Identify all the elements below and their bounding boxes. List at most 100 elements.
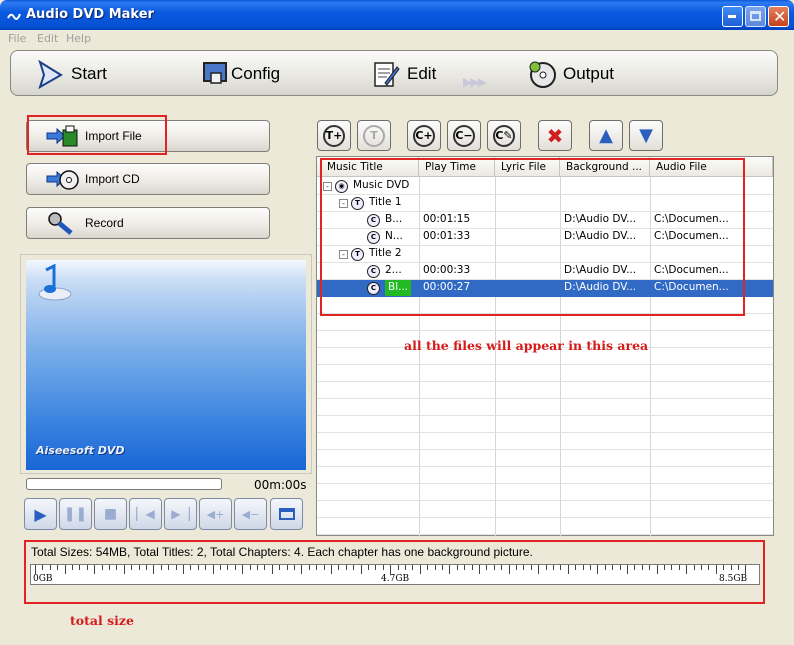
ruler-tick <box>264 565 266 570</box>
ruler-tick <box>671 565 673 570</box>
ruler-tick <box>493 565 495 570</box>
app-icon <box>7 13 21 20</box>
stop-icon: ■ <box>103 506 118 522</box>
ruler-tick <box>301 565 303 574</box>
status-summary: Total Sizes: 54MB, Total Titles: 2, Tota… <box>31 545 533 559</box>
step-arrows-icon: ▶▶▶ <box>463 75 487 89</box>
fullscreen-button[interactable] <box>270 498 303 530</box>
ruler-tick <box>175 565 177 570</box>
tab-edit-label: Edit <box>407 64 437 83</box>
ruler-tick <box>456 565 458 570</box>
ruler-tick <box>678 565 680 570</box>
minimize-button[interactable] <box>722 6 743 27</box>
grid-row-line <box>317 381 773 382</box>
menu-edit[interactable]: Edit <box>37 32 58 45</box>
play-button[interactable]: ▶ <box>24 498 57 530</box>
ruler-tick <box>634 565 636 570</box>
preview-screen: Aiseesoft DVD <box>26 260 306 470</box>
ruler-tick <box>582 565 584 570</box>
import-cd-button[interactable]: Import CD <box>26 163 270 195</box>
ruler-tick <box>730 565 732 570</box>
volume-down-button[interactable]: ◀− <box>234 498 267 530</box>
ruler-tick <box>375 565 377 570</box>
ruler-tick <box>257 565 258 570</box>
tab-edit[interactable]: Edit <box>371 57 436 91</box>
ruler-tick <box>57 565 59 570</box>
remove-chapter-button[interactable]: C− <box>447 120 481 151</box>
preview-logo: Aiseesoft DVD <box>36 444 125 457</box>
volume-up-button[interactable]: ◀+ <box>199 498 232 530</box>
menu-file[interactable]: File <box>8 32 26 45</box>
pause-button[interactable]: ❚❚ <box>59 498 92 530</box>
stop-button[interactable]: ■ <box>94 498 127 530</box>
ruler-tick <box>294 565 295 570</box>
edit-chapter-button[interactable]: C✎ <box>487 120 521 151</box>
ruler-tick <box>723 565 725 570</box>
ruler-tick <box>590 565 591 570</box>
grid-row-line <box>317 415 773 416</box>
delete-button[interactable]: ✖ <box>538 120 572 151</box>
ruler-tick <box>42 565 44 570</box>
tab-config[interactable]: Config <box>201 57 280 91</box>
ruler-label-0gb: 0GB <box>33 574 53 584</box>
play-icon: ▶ <box>34 504 47 524</box>
size-ruler: 0GB 4.7GB 8.5GB <box>30 564 760 585</box>
ruler-tick <box>419 565 421 574</box>
add-chapter-button[interactable]: C+ <box>407 120 441 151</box>
time-display: 00m:00s <box>254 478 307 492</box>
next-button[interactable]: ▶▕ <box>164 498 197 530</box>
volume-down-icon: ◀− <box>241 507 260 521</box>
ruler-tick <box>508 565 510 574</box>
ruler-tick <box>49 565 51 570</box>
grid-row-line <box>317 449 773 450</box>
move-up-icon: ▲ <box>599 125 613 146</box>
grid-row-line <box>317 432 773 433</box>
ruler-tick <box>745 565 747 574</box>
ruler-tick <box>131 565 133 570</box>
ruler-tick <box>471 565 473 570</box>
ruler-tick <box>523 565 525 570</box>
add-title-button[interactable]: T+ <box>317 120 351 151</box>
ruler-tick <box>738 565 739 570</box>
menu-help[interactable]: Help <box>66 32 91 45</box>
previous-button[interactable]: ▏◀ <box>129 498 162 530</box>
title-bar[interactable]: Audio DVD Maker ✕ <box>0 0 794 30</box>
ruler-tick <box>101 565 103 570</box>
tab-start[interactable]: Start <box>35 57 107 91</box>
ruler-tick <box>286 565 288 570</box>
ruler-tick <box>397 565 399 570</box>
ruler-tick <box>35 565 36 574</box>
ruler-tick <box>538 565 540 574</box>
close-button[interactable]: ✕ <box>768 6 789 27</box>
grid-row-line <box>317 500 773 501</box>
tab-output[interactable]: Output <box>527 57 614 91</box>
remove-title-button[interactable]: T <box>357 120 391 151</box>
move-up-button[interactable]: ▲ <box>589 120 623 151</box>
ruler-tick <box>427 565 429 570</box>
grid-row-line <box>317 534 773 535</box>
ruler-tick <box>412 565 414 570</box>
previous-icon: ▏◀ <box>136 507 155 521</box>
ruler-tick <box>249 565 251 570</box>
config-monitor-icon <box>203 62 227 84</box>
ruler-tick <box>205 565 207 570</box>
microphone-icon <box>48 212 73 235</box>
ruler-tick <box>64 565 66 574</box>
playback-progress[interactable] <box>26 478 222 490</box>
ruler-tick <box>612 565 614 570</box>
volume-up-icon: ◀+ <box>206 507 225 521</box>
edit-chapter-icon: C✎ <box>493 124 515 147</box>
move-down-button[interactable]: ▼ <box>629 120 663 151</box>
music-note-icon <box>38 264 72 301</box>
ruler-tick <box>190 565 192 570</box>
ruler-tick <box>279 565 281 570</box>
grid-row-line <box>317 483 773 484</box>
ruler-tick <box>708 565 710 570</box>
ruler-tick <box>664 565 665 570</box>
ruler-tick <box>183 565 184 574</box>
record-button[interactable]: Record <box>26 207 270 239</box>
file-area-highlight <box>320 158 745 316</box>
annotation-files-area: all the files will appear in this area <box>404 338 649 353</box>
ruler-tick <box>656 565 658 574</box>
ruler-tick <box>649 565 651 570</box>
